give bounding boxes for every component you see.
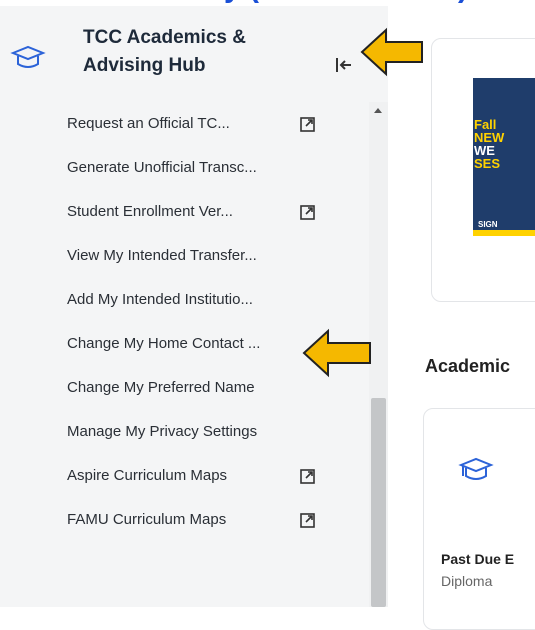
- menu-item-generate-unofficial-transcript[interactable]: Generate Unofficial Transc...: [0, 146, 369, 190]
- menu-item-student-enrollment-verification[interactable]: Student Enrollment Ver...: [0, 190, 369, 234]
- card-subtitle: Diploma: [441, 573, 493, 589]
- menu-item-add-intended-institution[interactable]: Add My Intended Institutio...: [0, 278, 369, 322]
- menu-item-label: Add My Intended Institutio...: [67, 291, 253, 308]
- hub-title: TCC Academics & Advising Hub: [83, 24, 303, 80]
- promo-line4: SES: [474, 156, 501, 171]
- promo-text: Fall NEW WE SES: [474, 118, 504, 170]
- section-title: Academic: [425, 356, 511, 376]
- annotation-arrow-icon: [302, 328, 371, 378]
- external-link-icon: [300, 513, 315, 528]
- graduation-cap-icon: [458, 457, 494, 480]
- menu-item-label: Change My Preferred Name: [67, 379, 255, 396]
- hub-title-line1: TCC Academics &: [83, 27, 246, 48]
- menu-item-label: Change My Home Contact ...: [67, 335, 261, 352]
- menu-item-aspire-curriculum-maps[interactable]: Aspire Curriculum Maps: [0, 454, 369, 498]
- annotation-arrow-icon: [360, 27, 423, 77]
- menu-item-label: FAMU Curriculum Maps: [67, 511, 227, 528]
- scrollbar-thumb[interactable]: [371, 398, 386, 607]
- promo-image[interactable]: Fall NEW WE SES SIGN: [473, 78, 535, 236]
- menu-item-famu-curriculum-maps[interactable]: FAMU Curriculum Maps: [0, 498, 369, 542]
- collapse-left-icon[interactable]: [333, 54, 355, 76]
- task-card[interactable]: [423, 408, 535, 630]
- promo-stripe: [473, 230, 535, 236]
- menu-item-label: Request an Official TC...: [67, 115, 230, 132]
- menu-item-label: Aspire Curriculum Maps: [67, 467, 228, 484]
- external-link-icon: [300, 205, 315, 220]
- menu-item-view-intended-transfer[interactable]: View My Intended Transfer...: [0, 234, 369, 278]
- external-link-icon: [300, 117, 315, 132]
- promo-sign-text: SIGN: [478, 220, 498, 229]
- scroll-up-arrow-icon[interactable]: [374, 108, 382, 113]
- page-heading-tail: ): [458, 0, 468, 6]
- graduation-cap-icon: [10, 45, 46, 68]
- menu-item-label: Manage My Privacy Settings: [67, 423, 258, 440]
- menu-item-request-official-transcript[interactable]: Request an Official TC...: [0, 102, 369, 146]
- external-link-icon: [300, 469, 315, 484]
- menu-item-label: View My Intended Transfer...: [67, 247, 257, 264]
- menu-item-label: Student Enrollment Ver...: [67, 203, 233, 220]
- card-title: Past Due E: [441, 551, 515, 567]
- hub-title-line2: Advising Hub: [83, 55, 206, 76]
- menu-item-label: Generate Unofficial Transc...: [67, 159, 257, 176]
- menu-item-manage-privacy-settings[interactable]: Manage My Privacy Settings: [0, 410, 369, 454]
